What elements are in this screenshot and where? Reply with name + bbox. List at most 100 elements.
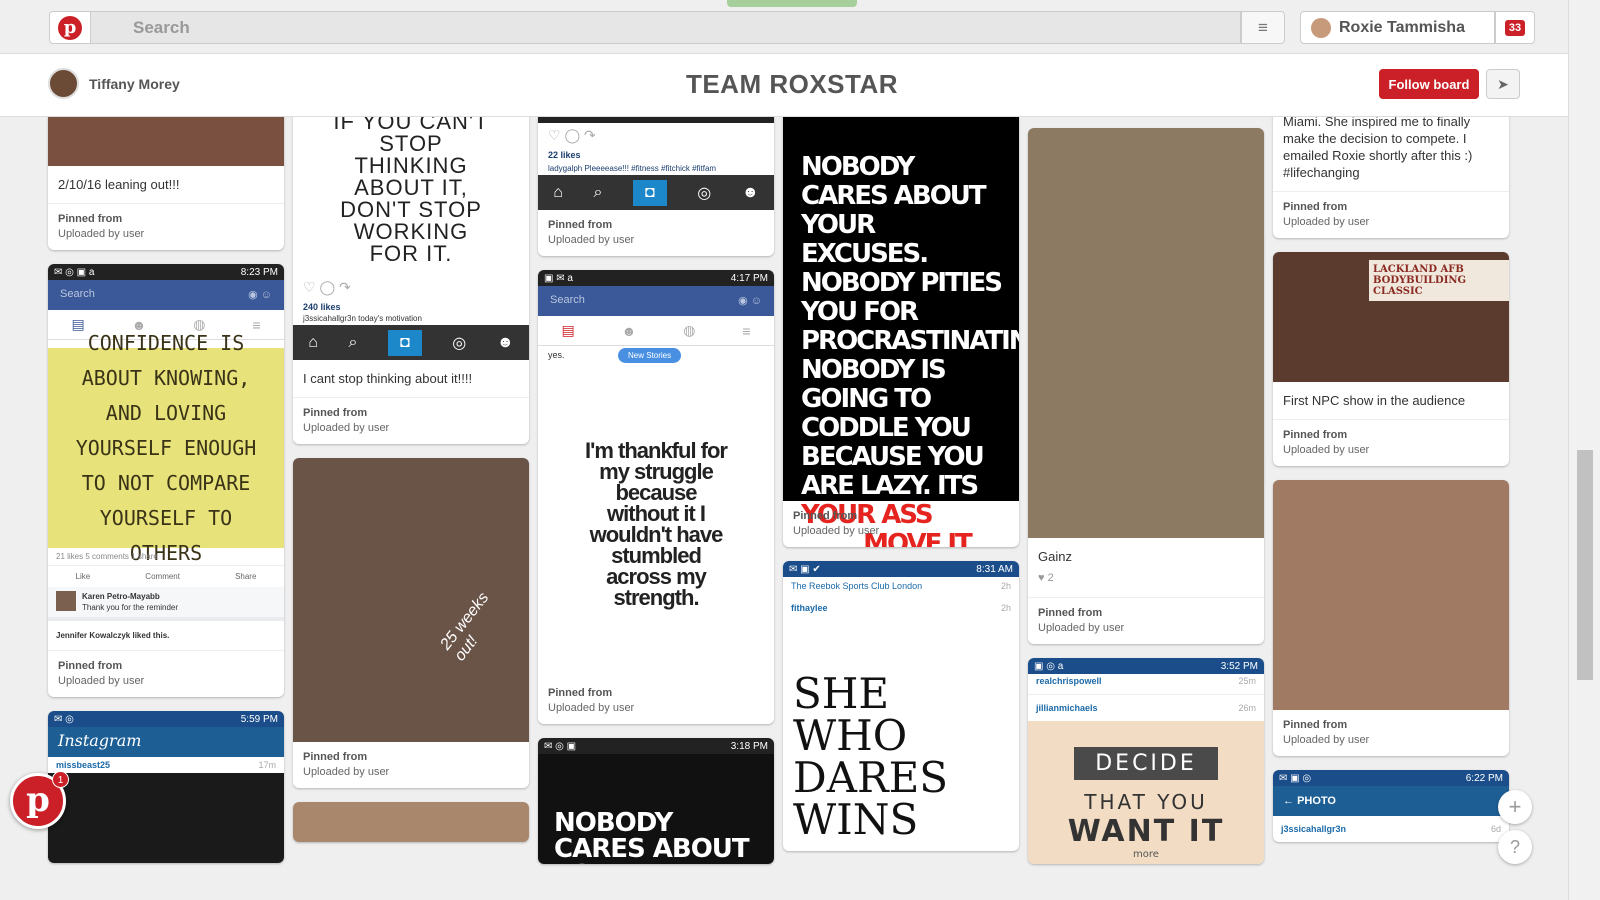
- image-overlay-text: 25 weeks out!: [437, 589, 493, 665]
- send-board-button[interactable]: ➤: [1486, 69, 1520, 99]
- phone-status-bar: ▣ ✉ a 4:17 PM: [538, 270, 774, 286]
- post-username: realchrispowell: [1036, 676, 1102, 686]
- pin-image: [1028, 128, 1264, 538]
- board-header: Tiffany Morey TEAM ROXSTAR Follow board …: [0, 54, 1568, 117]
- pinned-from-label: Pinned from: [1283, 201, 1348, 213]
- quote-image: NOBODY CARES ABOUT YOUR: [538, 754, 774, 864]
- pin-description: 2/10/16 leaning out!!!: [48, 166, 284, 204]
- status-icons: ▣ ◎ a: [1034, 660, 1064, 672]
- comment-text: Thank you for the reminder: [82, 603, 179, 612]
- uploaded-by-label: Uploaded by user: [1038, 622, 1125, 634]
- status-icons: ✉ ◎ ▣: [544, 740, 577, 752]
- status-time: 3:18 PM: [730, 740, 768, 752]
- post-header: j3ssicahallgr3n 6d: [1273, 816, 1509, 842]
- status-icons: ✉ ◎ ▣ a: [54, 266, 95, 278]
- scrollbar[interactable]: [1568, 0, 1600, 900]
- search-input[interactable]: Search: [91, 11, 1241, 44]
- instagram-nav: ⌂ ⌕ ◘ ◎ ☻: [293, 325, 529, 360]
- help-icon: ?: [1509, 837, 1520, 857]
- like-action: Like: [75, 572, 91, 581]
- pin-column-2: IF YOU CAN'T STOP THINKING ABOUT IT, DON…: [293, 117, 529, 856]
- pin-meta: Pinned from Uploaded by user: [1273, 192, 1509, 238]
- pin-description: I cant stop thinking about it!!!!: [293, 360, 529, 398]
- uploaded-by-label: Uploaded by user: [303, 422, 390, 434]
- board-title: TEAM ROXSTAR: [685, 69, 899, 99]
- status-time: 5:59 PM: [240, 713, 278, 725]
- scrollbar-thumb[interactable]: [1577, 450, 1593, 680]
- quote-line: DECIDE: [1074, 747, 1218, 780]
- notifications-button[interactable]: 33: [1495, 11, 1535, 44]
- activity-icon: ◎: [697, 184, 712, 202]
- status-icons: ✉ ▣ ◎: [1279, 772, 1312, 784]
- post-time: 2h: [1000, 581, 1011, 591]
- profile-button[interactable]: Roxie Tammisha: [1300, 11, 1495, 44]
- facebook-search-bar: Search ◉ ☺: [48, 280, 284, 310]
- pin-meta: Pinned from Uploaded by user: [293, 398, 529, 444]
- facebook-search-bar: Search ◉ ☺: [538, 286, 774, 316]
- uploaded-by-label: Uploaded by user: [1283, 444, 1370, 456]
- comment-action: Comment: [145, 572, 180, 581]
- image-banner-text: LACKLAND AFB BODYBUILDING CLASSIC: [1369, 260, 1509, 301]
- uploaded-by-label: Uploaded by user: [303, 766, 390, 778]
- pin-meta: Pinned from Uploaded by user: [48, 650, 284, 697]
- commenter-avatar: [56, 591, 76, 611]
- post-username: fithaylee: [791, 603, 828, 613]
- add-pin-button[interactable]: +: [1498, 790, 1532, 824]
- pinned-from-label: Pinned from: [58, 660, 123, 672]
- share-action: Share: [235, 572, 257, 581]
- pinned-from-label: Pinned from: [1038, 607, 1103, 619]
- pin-card[interactable]: ▣ ✉ a 4:17 PM Search ◉ ☺ ▤ ☻ ◍ ≡ yes. New Sto…: [538, 270, 774, 724]
- instagram-nav: ⌂ ⌕ ◘ ◎ ☻: [538, 175, 774, 210]
- follow-board-button[interactable]: Follow board: [1379, 69, 1479, 99]
- pin-card[interactable]: ♡ ◯ ↷ 22 likes ladygalph Pleeeease!!! #f…: [538, 117, 774, 256]
- profile-icon: ☻: [741, 183, 759, 201]
- pin-card[interactable]: [293, 802, 529, 842]
- pin-card[interactable]: ✉ ▣ ✔ 8:31 AM The Reebok Sports Club Lond…: [783, 561, 1019, 851]
- uploaded-by-label: Uploaded by user: [58, 675, 145, 687]
- home-icon: ⌂: [308, 333, 318, 351]
- pinned-from-label: Pinned from: [548, 687, 613, 699]
- pin-card[interactable]: ✉ ◎ ▣ a 8:23 PM Search ◉ ☺ ▤ ☻ ◍ ≡ CONFIDENCE…: [48, 264, 284, 697]
- pin-card[interactable]: Pinned from Uploaded by user: [1273, 480, 1509, 756]
- activity-icon: ◎: [452, 334, 467, 352]
- pin-card[interactable]: ✉ ▣ ◎ 6:22 PM ← PHOTO j3ssicahallgr3n 6d: [1273, 770, 1509, 842]
- pin-card[interactable]: 2/10/16 leaning out!!! Pinned from Upload…: [48, 117, 284, 250]
- post-likes: 240 likes: [303, 302, 341, 312]
- pinned-from-label: Pinned from: [58, 213, 123, 225]
- globe-icon: ◍: [683, 322, 696, 338]
- pin-card[interactable]: ▣ ◎ a 3:52 PM realchrispowell 25m jillianm…: [1028, 658, 1264, 864]
- pin-image: [48, 773, 284, 863]
- profile-name: Roxie Tammisha: [1339, 18, 1465, 36]
- friends-icon: ☻: [621, 322, 637, 339]
- pinit-badge: 1: [52, 771, 69, 788]
- pin-grid: 2/10/16 leaning out!!! Pinned from Upload…: [0, 117, 1568, 900]
- pin-column-4: NOBODY CARES ABOUT YOUR EXCUSES. NOBODY …: [783, 117, 1019, 865]
- top-bar: p Search ≡ Roxie Tammisha 33: [0, 0, 1568, 54]
- search-field: Search: [60, 288, 95, 300]
- home-icon: ⌂: [553, 183, 563, 201]
- pin-card[interactable]: Miami. She inspired me to finally make t…: [1273, 117, 1509, 238]
- status-icons: ✉ ◎: [54, 713, 74, 725]
- instagram-actions: ♡ ◯ ↷: [548, 127, 596, 143]
- instagram-actions: ♡ ◯ ↷: [303, 279, 351, 295]
- pin-card[interactable]: Gainz ♥ 2 Pinned from Uploaded by user: [1028, 128, 1264, 644]
- pin-card[interactable]: NOBODY CARES ABOUT YOUR EXCUSES. NOBODY …: [783, 117, 1019, 547]
- profile-icon: ☻: [496, 333, 514, 351]
- notification-count-badge: 33: [1504, 19, 1526, 36]
- help-button[interactable]: ?: [1498, 830, 1532, 864]
- post-username: missbeast25: [56, 760, 111, 770]
- pin-card[interactable]: IF YOU CAN'T STOP THINKING ABOUT IT, DON…: [293, 117, 529, 444]
- post-time: 26m: [1238, 703, 1256, 713]
- post-location: The Reebok Sports Club London: [791, 581, 923, 591]
- avatar: [1311, 17, 1331, 38]
- phone-status-bar: ✉ ◎ ▣ a 8:23 PM: [48, 264, 284, 280]
- pinterest-logo-button[interactable]: p: [49, 11, 91, 44]
- menu-button[interactable]: ≡: [1241, 11, 1285, 44]
- pin-card[interactable]: 25 weeks out! Pinned from Uploaded by use…: [293, 458, 529, 788]
- pin-card[interactable]: ✉ ◎ 5:59 PM Instagram missbeast25 17m: [48, 711, 284, 863]
- pin-card[interactable]: ✉ ◎ ▣ 3:18 PM NOBODY CARES ABOUT YOUR: [538, 738, 774, 864]
- status-time: 3:52 PM: [1220, 660, 1258, 672]
- quote-image: I'm thankful for my struggle because wit…: [584, 438, 728, 610]
- status-time: 6:22 PM: [1465, 772, 1503, 784]
- pin-card[interactable]: LACKLAND AFB BODYBUILDING CLASSIC First …: [1273, 252, 1509, 466]
